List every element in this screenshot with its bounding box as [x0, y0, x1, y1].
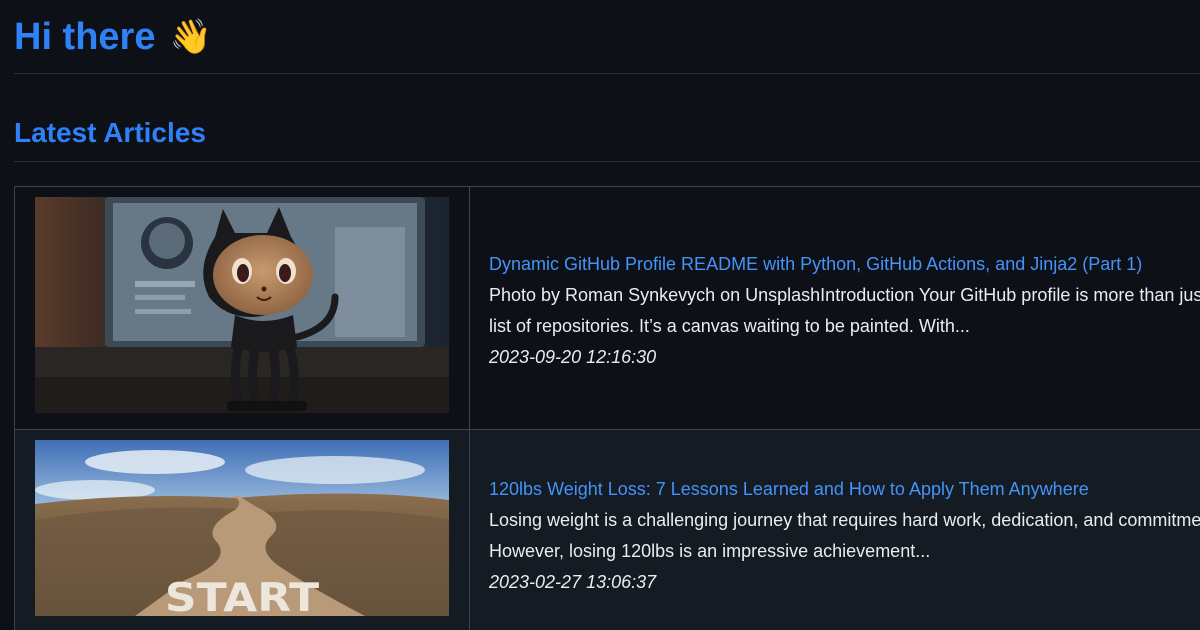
page-title-text: Hi there [14, 16, 156, 58]
start-painted-text: START [165, 574, 320, 616]
article-excerpt: Photo by Roman Synkevych on UnsplashIntr… [489, 285, 1200, 336]
thumbnail-cell [15, 187, 470, 429]
waving-hand-icon: 👋 [169, 18, 212, 56]
article-date: 2023-09-20 12:16:30 [489, 347, 657, 367]
start-road-photo-image: START [35, 440, 449, 616]
article-title-link[interactable]: Dynamic GitHub Profile README with Pytho… [489, 249, 1200, 280]
article-block: 120lbs Weight Loss: 7 Lessons Learned an… [489, 474, 1200, 598]
table-row: Dynamic GitHub Profile README with Pytho… [15, 187, 1200, 430]
table-row: START 120lbs Weight Loss: 7 Lessons Lear… [15, 430, 1200, 630]
article-excerpt: Losing weight is a challenging journey t… [489, 510, 1200, 561]
article-cell: 120lbs Weight Loss: 7 Lessons Learned an… [470, 430, 1200, 630]
article-thumbnail-start-road[interactable]: START [35, 440, 449, 616]
article-thumbnail-octocat[interactable] [35, 197, 449, 413]
articles-table: Dynamic GitHub Profile README with Pytho… [14, 186, 1200, 630]
section-divider [14, 161, 1200, 162]
thumbnail-cell: START [15, 430, 470, 630]
page-title: Hi there 👋 [14, 12, 212, 62]
article-date: 2023-02-27 13:06:37 [489, 572, 657, 592]
octocat-photo-image [35, 197, 449, 413]
title-divider [14, 73, 1200, 74]
article-cell: Dynamic GitHub Profile README with Pytho… [470, 187, 1200, 429]
readme-page: Hi there 👋 Latest Articles Dynamic GitHu… [0, 0, 1200, 630]
section-title: Latest Articles [14, 117, 206, 148]
article-block: Dynamic GitHub Profile README with Pytho… [489, 249, 1200, 373]
article-title-link[interactable]: 120lbs Weight Loss: 7 Lessons Learned an… [489, 474, 1200, 505]
